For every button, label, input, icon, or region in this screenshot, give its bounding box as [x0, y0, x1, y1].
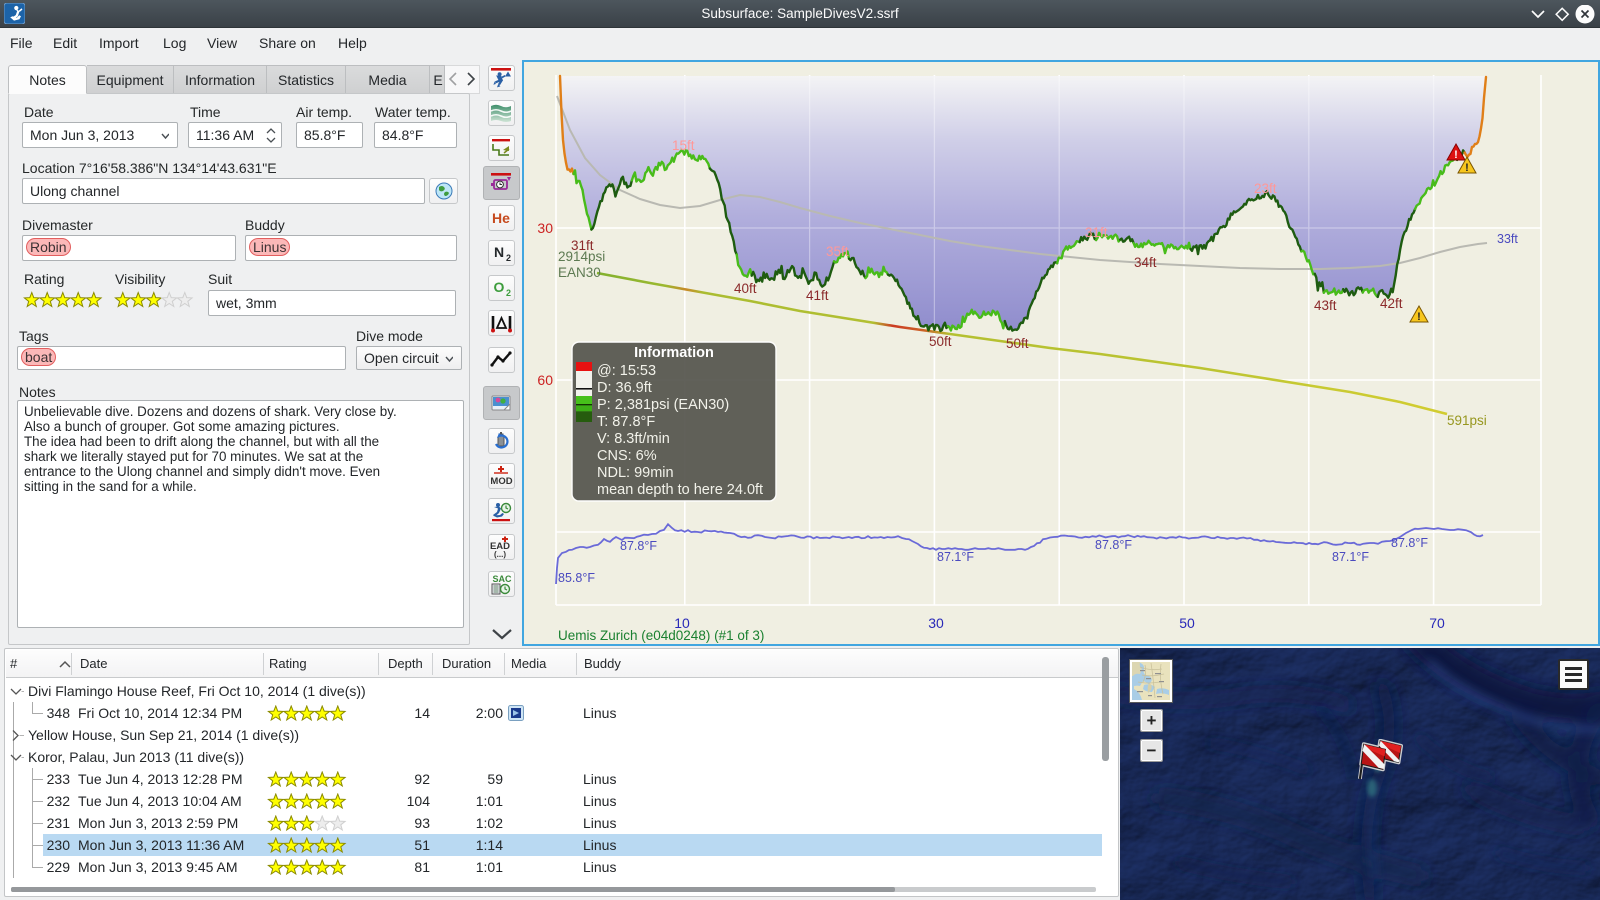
svg-text:!: ! [1417, 311, 1421, 323]
svg-text:2: 2 [506, 288, 511, 298]
svg-text:CNS: 6%: CNS: 6% [597, 448, 657, 464]
svg-text:34ft: 34ft [1134, 255, 1157, 270]
svg-text:87.8°F: 87.8°F [620, 539, 657, 553]
svg-text:N: N [494, 244, 504, 260]
svg-text:MOD: MOD [490, 476, 512, 487]
svg-text:D: 36.9ft: D: 36.9ft [597, 380, 652, 396]
svg-text:50ft: 50ft [1006, 336, 1029, 351]
svg-text:He: He [492, 210, 510, 226]
svg-text:70: 70 [1429, 615, 1445, 631]
svg-text:EAN30: EAN30 [558, 265, 601, 280]
svg-text:V: 8.3ft/min: V: 8.3ft/min [597, 431, 670, 447]
svg-text:50: 50 [1179, 615, 1195, 631]
svg-text:60: 60 [537, 372, 553, 388]
svg-text:!: ! [1454, 149, 1458, 161]
svg-text:2914psi: 2914psi [558, 249, 605, 264]
svg-text:mean depth to here 24.0ft: mean depth to here 24.0ft [597, 482, 763, 498]
svg-text:87.1°F: 87.1°F [1332, 550, 1369, 564]
svg-text:33ft: 33ft [1497, 232, 1518, 246]
svg-text:41ft: 41ft [806, 288, 829, 303]
svg-text:85.8°F: 85.8°F [558, 571, 595, 585]
svg-text:87.8°F: 87.8°F [1391, 536, 1428, 550]
svg-text:23ft: 23ft [1254, 181, 1277, 196]
svg-text:30: 30 [537, 220, 553, 236]
svg-text:35ft: 35ft [826, 244, 849, 259]
svg-text:50ft: 50ft [929, 334, 952, 349]
svg-text:P: 2,381psi (EAN30): P: 2,381psi (EAN30) [597, 397, 729, 413]
svg-text:@: 15:53: @: 15:53 [597, 363, 656, 379]
svg-text:O: O [494, 279, 505, 295]
svg-text:2: 2 [506, 253, 511, 263]
svg-text:42ft: 42ft [1380, 296, 1403, 311]
svg-text:87.1°F: 87.1°F [937, 550, 974, 564]
svg-text:87.8°F: 87.8°F [1095, 538, 1132, 552]
svg-text:43ft: 43ft [1314, 298, 1337, 313]
svg-text:!: ! [1465, 162, 1469, 174]
svg-text:31ft: 31ft [1085, 225, 1108, 240]
svg-text:NDL: 99min: NDL: 99min [597, 465, 674, 481]
svg-text:40ft: 40ft [734, 281, 757, 296]
svg-text:Information: Information [634, 345, 714, 361]
svg-text:30: 30 [928, 615, 944, 631]
svg-text:Uemis Zurich (e04d0248) (#1 of: Uemis Zurich (e04d0248) (#1 of 3) [558, 628, 764, 643]
svg-text:(...): (...) [494, 550, 506, 559]
svg-text:SAC: SAC [492, 574, 512, 584]
svg-text:T: 87.8°F: T: 87.8°F [597, 414, 655, 430]
svg-text:591psi: 591psi [1447, 413, 1487, 428]
svg-text:15ft: 15ft [672, 138, 695, 153]
